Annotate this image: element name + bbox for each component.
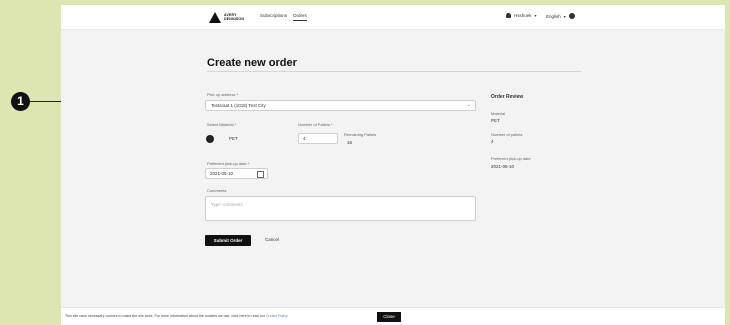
annotation-marker: 1: [11, 92, 30, 111]
logo-triangle-icon: [209, 11, 221, 23]
review-material-value: PET: [491, 118, 500, 123]
cookie-message: This site uses necessary cookies to make…: [65, 314, 265, 318]
cancel-button[interactable]: Cancel: [265, 237, 279, 242]
calendar-icon[interactable]: [257, 171, 264, 178]
user-name: Hsshoek: [514, 13, 532, 18]
remaining-pallets-value: 16: [347, 140, 353, 145]
page-title: Create new order: [207, 57, 297, 69]
nav-orders[interactable]: Orders: [293, 13, 307, 21]
material-option-label: PET: [229, 136, 238, 141]
language-selector[interactable]: English ▾: [546, 13, 575, 19]
cookie-text: This site uses necessary cookies to make…: [65, 314, 288, 318]
review-divider: [491, 71, 581, 72]
pickup-address-value: Testsraat 1 (1018) Test City: [211, 103, 266, 108]
pickup-date-input[interactable]: 2021-05-10: [205, 168, 268, 179]
review-pallets-value: 4: [491, 139, 494, 144]
pickup-date-label: Preferred pick-up date *: [207, 161, 250, 166]
comments-textarea[interactable]: Type comments: [205, 196, 476, 221]
submit-order-button[interactable]: Submit Order: [205, 235, 251, 246]
select-material-label: Select Material *: [207, 122, 237, 127]
comments-label: Comments: [207, 188, 227, 193]
number-of-pallets-label: Number of Pallets *: [298, 122, 333, 127]
chevron-down-icon: ▾: [534, 13, 537, 18]
review-date-value: 2021-05-10: [491, 164, 515, 169]
main-nav: Subscriptions Orders: [260, 13, 307, 21]
material-radio-selected[interactable]: [206, 135, 214, 143]
cookie-banner: This site uses necessary cookies to make…: [61, 307, 725, 325]
nav-subscriptions[interactable]: Subscriptions: [260, 13, 287, 21]
review-pallets-key: Number of pallets: [491, 132, 523, 137]
globe-icon: [568, 13, 575, 19]
pickup-address-select[interactable]: Testsraat 1 (1018) Test City ⌄: [205, 100, 476, 111]
number-of-pallets-input[interactable]: 4: [298, 133, 338, 144]
chevron-down-icon: ▾: [563, 13, 566, 19]
review-material-key: Material: [491, 111, 506, 116]
app-window: AVERY DENNISON Subscriptions Orders Hssh…: [61, 5, 725, 325]
brand-logo[interactable]: AVERY DENNISON: [209, 11, 248, 23]
user-menu[interactable]: Hsshoek ▾: [506, 13, 537, 18]
remaining-pallets-label: Remaining Pallets: [344, 132, 377, 137]
logo-text: AVERY DENNISON: [224, 13, 245, 21]
language-label: English: [546, 13, 561, 19]
cookie-policy-link[interactable]: Cookie Policy: [266, 314, 288, 318]
chevron-down-icon: ⌄: [466, 102, 471, 108]
pickup-address-label: Pick up address *: [207, 92, 239, 97]
pickup-date-value: 2021-05-10: [210, 171, 234, 176]
cookie-close-button[interactable]: Close: [377, 312, 401, 322]
review-date-key: Preferred pick-up date: [491, 156, 531, 161]
order-review-title: Order Review: [491, 94, 524, 100]
top-navigation-bar: AVERY DENNISON Subscriptions Orders Hssh…: [61, 5, 725, 30]
user-icon: [506, 13, 511, 18]
